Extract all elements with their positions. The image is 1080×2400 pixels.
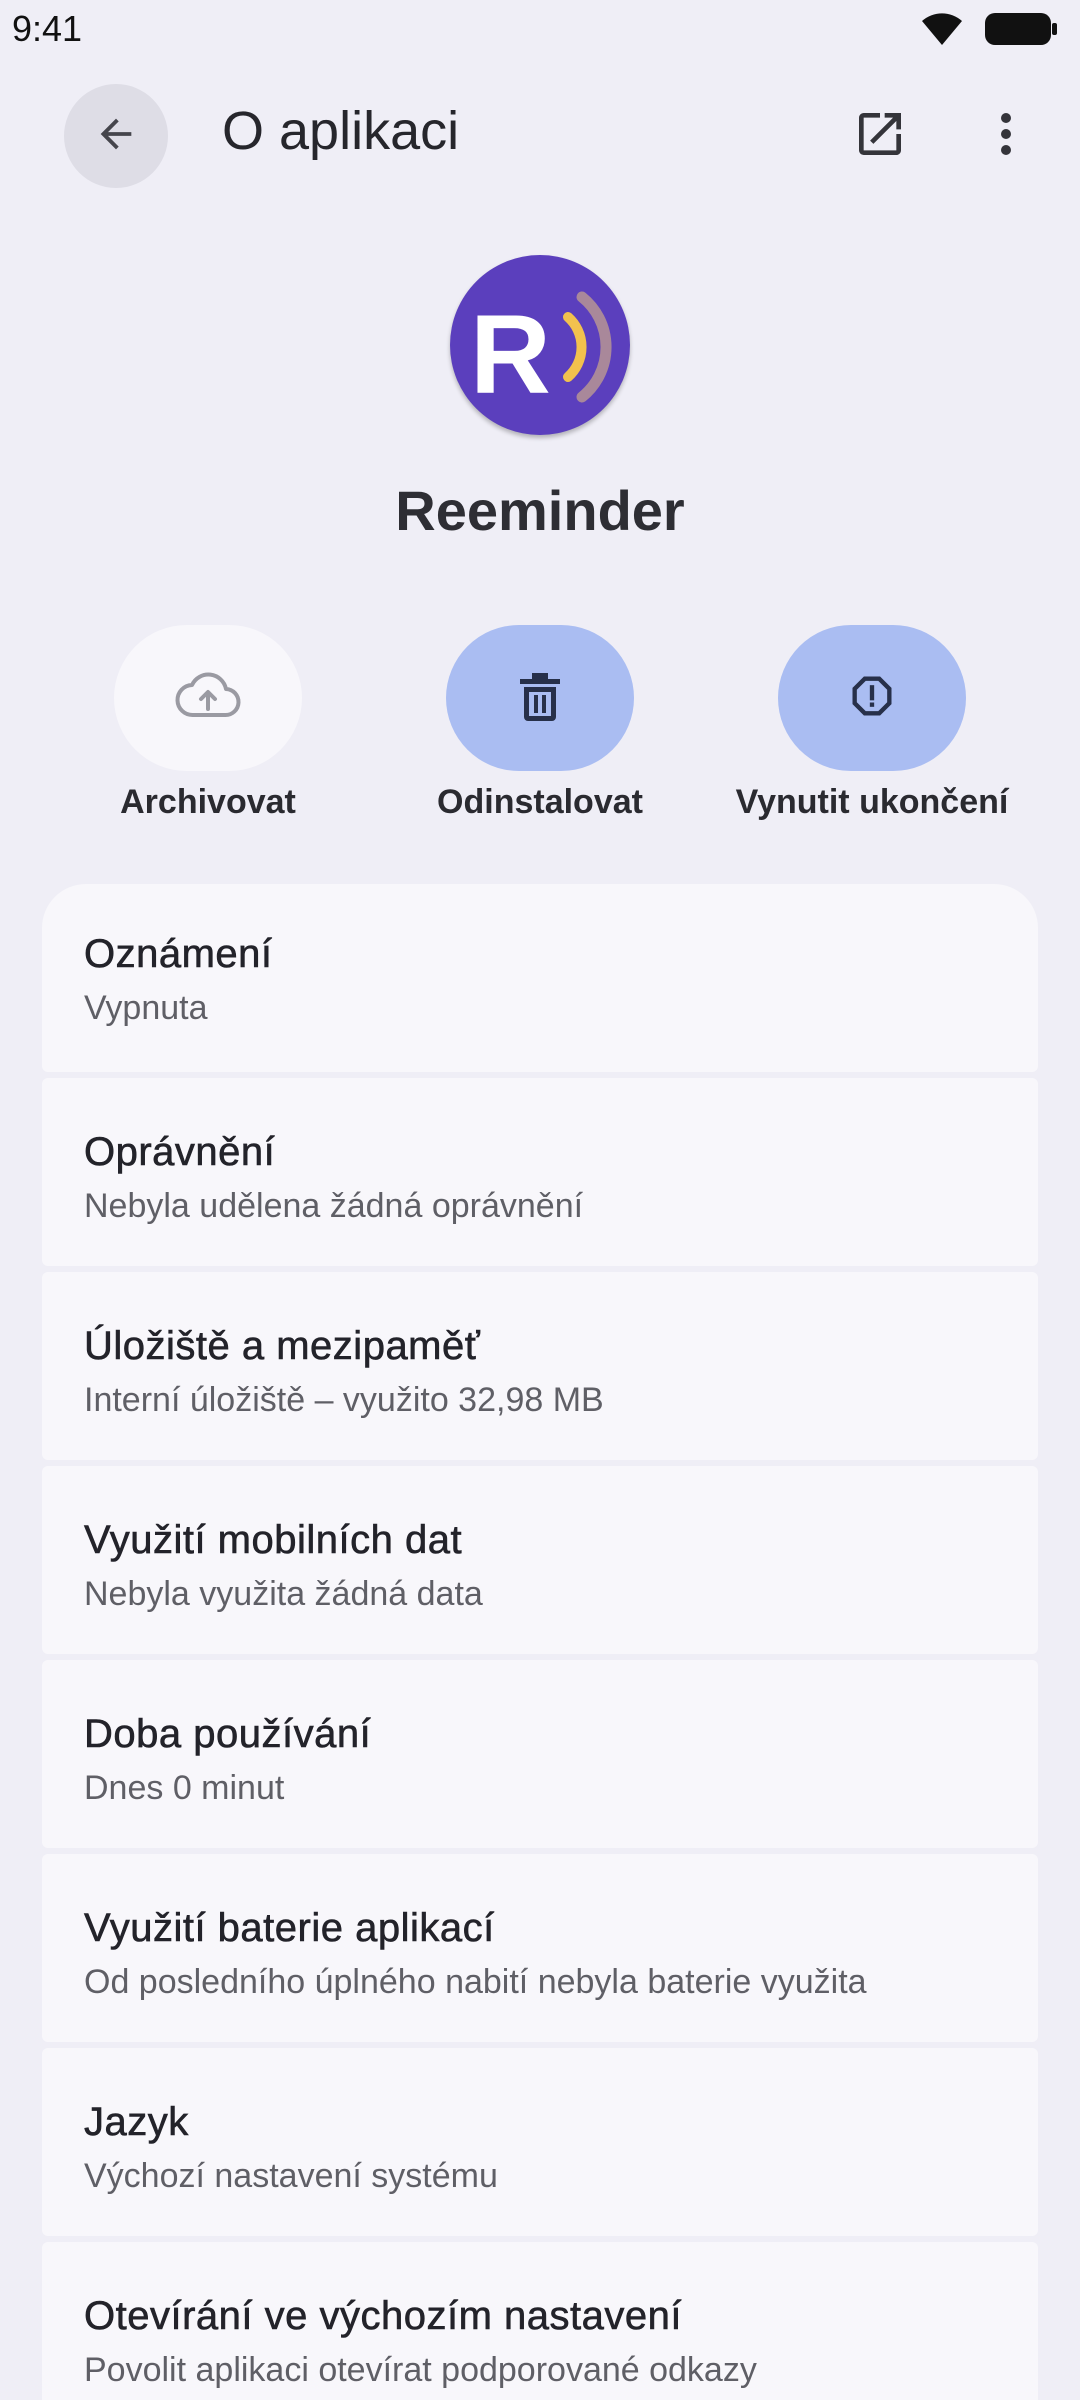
back-button[interactable] xyxy=(64,84,168,188)
list-item-title: Doba používání xyxy=(84,1712,372,1757)
force-stop-button[interactable] xyxy=(778,625,966,771)
list-item-subtitle: Od posledního úplného nabití nebyla bate… xyxy=(84,1963,867,2001)
list-item-storage[interactable]: Úložiště a mezipaměť Interní úložiště – … xyxy=(42,1272,1038,1460)
list-item-battery[interactable]: Využití baterie aplikací Od posledního ú… xyxy=(42,1854,1038,2042)
archive-action: Archivovat xyxy=(58,625,358,822)
list-item-title: Úložiště a mezipaměť xyxy=(84,1324,481,1369)
alert-octagon-icon xyxy=(846,670,898,727)
status-icons xyxy=(918,10,1058,52)
archive-button[interactable] xyxy=(114,625,302,771)
open-app-button[interactable] xyxy=(846,102,914,170)
uninstall-label: Odinstalovat xyxy=(437,783,643,821)
app-icon-letter: R xyxy=(470,292,551,417)
list-item-screen-time[interactable]: Doba používání Dnes 0 minut xyxy=(42,1660,1038,1848)
more-vert-icon xyxy=(998,110,1014,163)
list-item-mobile-data[interactable]: Využití mobilních dat Nebyla využita žád… xyxy=(42,1466,1038,1654)
force-stop-action: Vynutit ukončení xyxy=(722,625,1022,822)
arrow-back-icon xyxy=(93,111,139,162)
list-item-title: Otevírání ve výchozím nastavení xyxy=(84,2294,682,2339)
force-stop-label: Vynutit ukončení xyxy=(735,783,1009,821)
uninstall-action: Odinstalovat xyxy=(390,625,690,822)
app-name: Reeminder xyxy=(395,479,685,542)
list-item-subtitle: Povolit aplikaci otevírat podporované od… xyxy=(84,2351,757,2389)
battery-icon xyxy=(984,11,1058,52)
archive-label: Archivovat xyxy=(120,783,296,821)
list-item-title: Oprávnění xyxy=(84,1130,276,1175)
list-item-subtitle: Dnes 0 minut xyxy=(84,1769,285,1807)
list-item-title: Využití mobilních dat xyxy=(84,1518,463,1563)
cloud-upload-icon xyxy=(175,671,241,726)
list-item-subtitle: Vypnuta xyxy=(84,989,208,1027)
list-item-subtitle: Výchozí nastavení systému xyxy=(84,2157,498,2195)
list-item-permissions[interactable]: Oprávnění Nebyla udělena žádná oprávnění xyxy=(42,1078,1038,1266)
top-app-bar: O aplikaci xyxy=(0,60,1080,210)
open-in-new-icon xyxy=(852,106,908,167)
uninstall-button[interactable] xyxy=(446,625,634,771)
list-item-open-by-default[interactable]: Otevírání ve výchozím nastavení Povolit … xyxy=(42,2242,1038,2400)
more-options-button[interactable] xyxy=(980,102,1032,170)
wifi-icon xyxy=(918,11,966,52)
app-icon: R xyxy=(450,255,630,435)
status-time: 9:41 xyxy=(12,8,83,49)
list-item-notifications[interactable]: Oznámení Vypnuta xyxy=(42,884,1038,1072)
app-settings-list: Oznámení Vypnuta Oprávnění Nebyla udělen… xyxy=(42,884,1038,2400)
list-item-title: Oznámení xyxy=(84,932,273,977)
trash-icon xyxy=(516,669,564,728)
list-item-language[interactable]: Jazyk Výchozí nastavení systému xyxy=(42,2048,1038,2236)
list-item-subtitle: Nebyla využita žádná data xyxy=(84,1575,483,1613)
status-bar: 9:41 xyxy=(0,0,1080,60)
list-item-title: Využití baterie aplikací xyxy=(84,1906,495,1951)
list-item-subtitle: Nebyla udělena žádná oprávnění xyxy=(84,1187,584,1225)
page-title: O aplikaci xyxy=(222,101,460,161)
list-item-title: Jazyk xyxy=(84,2100,189,2145)
list-item-subtitle: Interní úložiště – využito 32,98 MB xyxy=(84,1381,604,1419)
